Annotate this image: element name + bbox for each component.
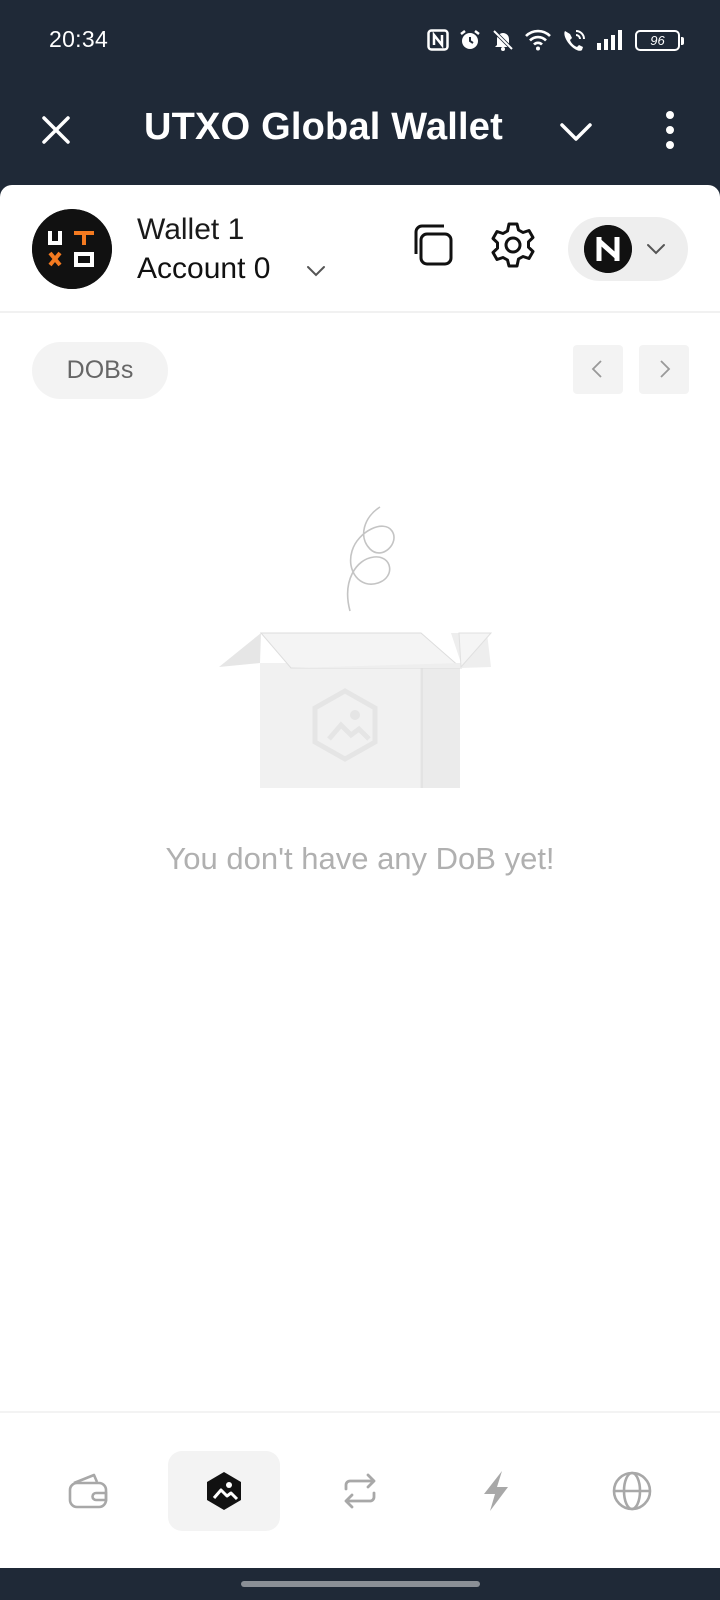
alarm-icon: [460, 30, 480, 49]
bell-off-icon: [492, 29, 514, 51]
network-selector[interactable]: [568, 217, 688, 281]
page-title: UTXO Global Wallet: [144, 106, 503, 148]
title-bar: UTXO Global Wallet: [0, 84, 720, 185]
gesture-handle[interactable]: [241, 1581, 480, 1587]
battery-level: 96: [650, 32, 665, 48]
bottom-navigation: [0, 1411, 720, 1568]
nfc-icon: [427, 29, 449, 51]
status-icons: 96: [427, 24, 684, 56]
swap-icon: [344, 1473, 376, 1509]
gesture-area: [0, 1568, 720, 1600]
wallet-icon: [68, 1473, 108, 1509]
bolt-icon: [484, 1471, 508, 1511]
dob-image-icon: [207, 1472, 241, 1510]
wifi-icon: [525, 29, 551, 51]
chevron-down-icon[interactable]: [304, 259, 328, 283]
tab-browser[interactable]: [576, 1451, 688, 1531]
utxo-logo: [32, 209, 112, 289]
empty-box-illustration: [219, 506, 493, 788]
empty-state-message: You don't have any DoB yet!: [165, 841, 555, 876]
chevron-down-icon[interactable]: [556, 112, 596, 152]
tab-swap[interactable]: [304, 1451, 416, 1531]
chevron-down-icon: [647, 244, 665, 255]
chevron-right-icon: [660, 360, 671, 378]
status-time: 20:34: [49, 26, 109, 52]
copy-icon[interactable]: [408, 221, 456, 269]
battery-icon: 96: [635, 29, 684, 51]
account-header: Wallet 1 Account 0: [0, 185, 720, 313]
app-content: Wallet 1 Account 0 DOBs You don't have a…: [0, 185, 720, 1568]
globe-icon: [612, 1471, 652, 1511]
account-selector[interactable]: Account 0: [137, 252, 270, 286]
tab-lightning[interactable]: [440, 1451, 552, 1531]
gear-icon[interactable]: [488, 220, 538, 270]
close-icon[interactable]: [36, 110, 76, 150]
more-vertical-icon[interactable]: [655, 108, 685, 152]
chevron-left-icon: [591, 360, 602, 378]
signal-icon: [597, 30, 622, 50]
tab-wallet[interactable]: [32, 1451, 144, 1531]
wallet-name: Wallet 1: [137, 213, 245, 246]
status-bar: 20:34 96: [0, 0, 720, 84]
network-logo: [584, 225, 632, 273]
wifi-call-icon: [564, 30, 585, 51]
prev-page-button[interactable]: [573, 345, 623, 394]
filter-chip-dobs[interactable]: DOBs: [32, 342, 168, 399]
tab-dob[interactable]: [168, 1451, 280, 1531]
next-page-button[interactable]: [639, 345, 689, 394]
